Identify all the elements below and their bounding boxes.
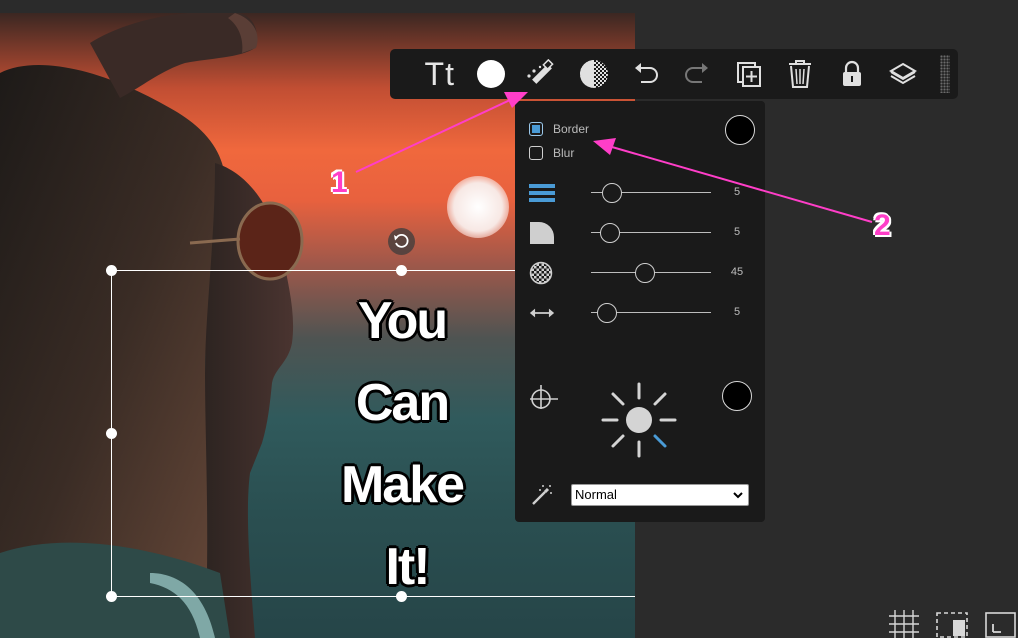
fullscreen-icon[interactable]	[983, 610, 1017, 638]
annotation-arrows	[355, 92, 873, 223]
annotation-label-2: 2	[874, 209, 891, 242]
annotation-label-1: 1	[331, 166, 348, 199]
crop-select-icon[interactable]	[935, 610, 969, 638]
grid-icon[interactable]	[887, 610, 921, 638]
